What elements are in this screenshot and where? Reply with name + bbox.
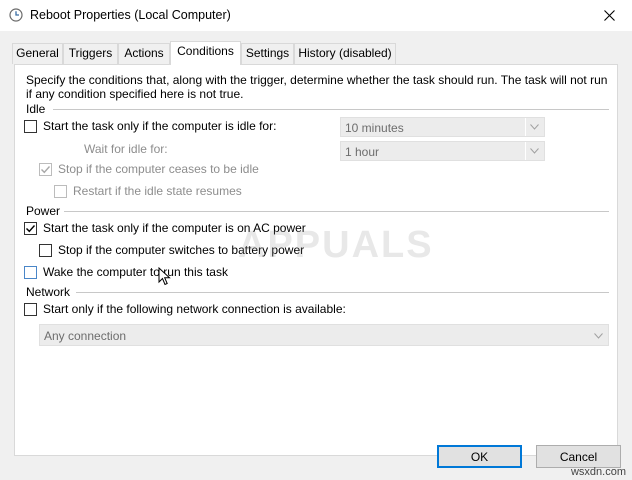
stop-on-battery-checkbox[interactable] [39,244,52,257]
dropdown-separator [525,142,526,160]
idle-group-label: Idle [26,102,46,116]
wait-duration-value: 1 hour [345,145,380,159]
cancel-button[interactable]: Cancel [536,445,621,468]
network-connection-dropdown[interactable]: Any connection [39,324,609,346]
start-if-network-label: Start only if the following network conn… [43,302,346,316]
restart-if-resumes-label: Restart if the idle state resumes [73,184,242,198]
chevron-down-icon [530,148,539,154]
tab-settings[interactable]: Settings [241,43,294,64]
watermark: APPUALS [238,224,434,266]
stop-if-ceases-checkbox[interactable] [39,163,52,176]
start-if-network-checkbox[interactable] [24,303,37,316]
conditions-description: Specify the conditions that, along with … [26,73,608,101]
stop-if-ceases-label: Stop if the computer ceases to be idle [58,162,259,176]
checkmark-icon [41,166,51,174]
close-button[interactable] [586,0,632,31]
wake-to-run-label: Wake the computer to run this task [43,265,228,279]
wait-duration-dropdown[interactable]: 1 hour [340,141,545,161]
tab-conditions[interactable]: Conditions [170,41,241,65]
tab-history[interactable]: History (disabled) [294,43,396,64]
power-group-divider [64,211,609,212]
idle-duration-dropdown[interactable]: 10 minutes [340,117,545,137]
window-title: Reboot Properties (Local Computer) [30,8,231,22]
network-group-label: Network [26,285,71,299]
wake-to-run-checkbox[interactable] [24,266,37,279]
tab-actions[interactable]: Actions [118,43,170,64]
credit-text: wsxdn.com [570,466,626,478]
close-icon [603,10,615,21]
dropdown-separator [525,118,526,136]
restart-if-resumes-checkbox[interactable] [54,185,67,198]
mouse-cursor-icon [158,267,171,286]
tab-general[interactable]: General [12,43,63,64]
idle-duration-value: 10 minutes [345,121,404,135]
tab-triggers[interactable]: Triggers [63,43,118,64]
chevron-down-icon [594,333,603,339]
clock-icon [9,8,23,22]
chevron-down-icon [530,124,539,130]
start-if-idle-checkbox[interactable] [24,120,37,133]
power-group-label: Power [26,204,61,218]
idle-group-divider [53,109,609,110]
checkmark-icon [26,225,36,233]
network-connection-value: Any connection [44,329,127,343]
start-if-idle-label: Start the task only if the computer is i… [43,119,277,133]
start-on-ac-checkbox[interactable] [24,222,37,235]
ok-button[interactable]: OK [437,445,522,468]
network-group-divider [76,292,609,293]
title-bar: Reboot Properties (Local Computer) [0,0,632,31]
wait-for-idle-label: Wait for idle for: [84,142,168,156]
